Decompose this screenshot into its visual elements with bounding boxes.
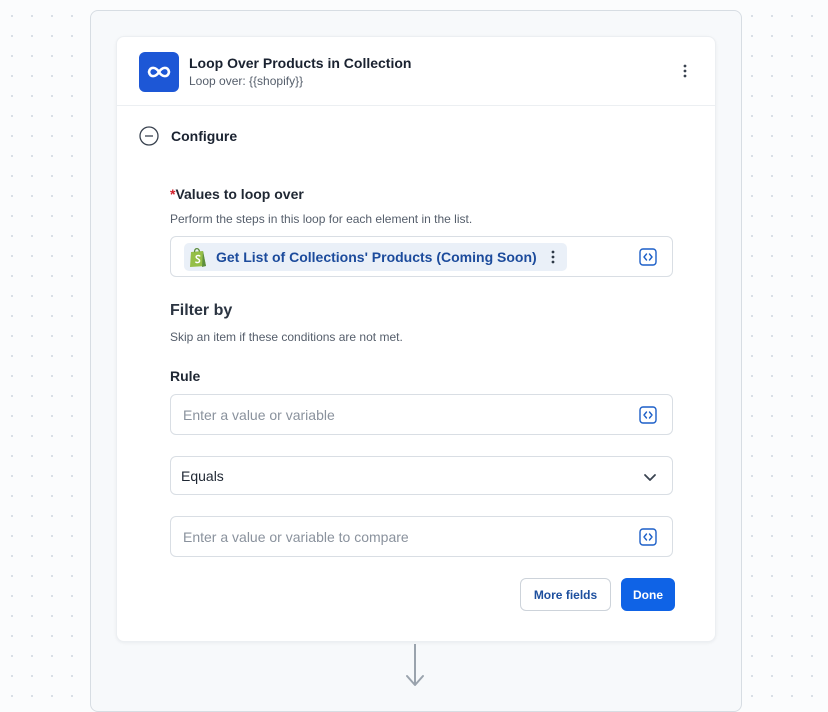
configure-section-toggle[interactable]: Configure	[139, 125, 237, 147]
rule-label: Rule	[170, 368, 201, 384]
infinity-icon	[139, 52, 179, 92]
chevron-down-icon[interactable]	[642, 469, 658, 485]
variable-pill[interactable]: Get List of Collections' Products (Comin…	[184, 243, 567, 271]
section-title: Configure	[171, 128, 238, 144]
rule-placeholder: Enter a value or variable	[183, 407, 335, 423]
values-field-help: Perform the steps in this loop for each …	[170, 212, 473, 226]
collapse-minus-icon[interactable]	[139, 126, 159, 146]
values-input[interactable]: Get List of Collections' Products (Comin…	[170, 236, 673, 277]
loop-step-card: Loop Over Products in Collection Loop ov…	[116, 36, 716, 642]
step-subtitle: Loop over: {{shopify}}	[189, 74, 304, 88]
step-title: Loop Over Products in Collection	[189, 55, 412, 71]
variable-picker-icon[interactable]	[638, 405, 658, 425]
variable-picker-icon[interactable]	[638, 247, 658, 267]
step-header[interactable]: Loop Over Products in Collection Loop ov…	[117, 37, 715, 106]
shopify-bag-icon	[190, 248, 206, 267]
arrow-down-icon	[406, 644, 424, 686]
pill-options-icon[interactable]	[547, 247, 559, 267]
more-options-icon[interactable]	[675, 61, 695, 81]
variable-picker-icon[interactable]	[638, 527, 658, 547]
rule-input[interactable]: Enter a value or variable	[170, 394, 673, 435]
done-button[interactable]: Done	[621, 578, 675, 611]
variable-pill-label: Get List of Collections' Products (Comin…	[216, 249, 537, 265]
filter-help: Skip an item if these conditions are not…	[170, 330, 403, 344]
filter-heading: Filter by	[170, 302, 233, 319]
operator-value: Equals	[181, 468, 224, 484]
compare-placeholder: Enter a value or variable to compare	[183, 529, 409, 545]
operator-select[interactable]: Equals	[170, 456, 673, 495]
more-fields-button[interactable]: More fields	[520, 578, 611, 611]
values-field-label: *Values to loop over	[170, 186, 304, 202]
compare-input[interactable]: Enter a value or variable to compare	[170, 516, 673, 557]
